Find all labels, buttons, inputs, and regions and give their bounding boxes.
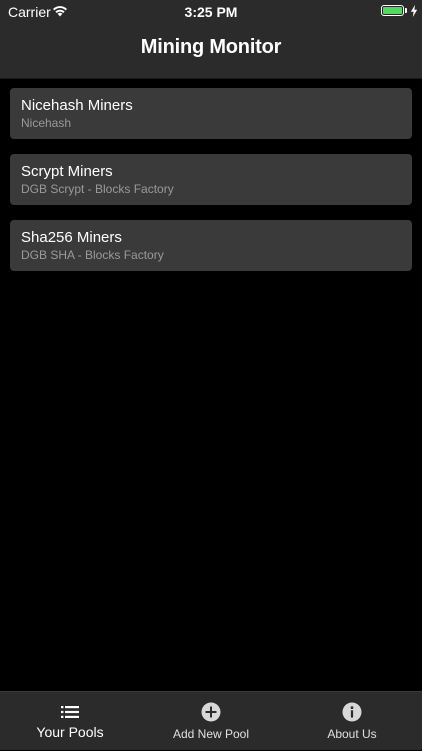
pool-name: Sha256 Miners	[21, 229, 122, 246]
pool-item-nicehash[interactable]: Nicehash Miners Nicehash	[10, 88, 412, 139]
info-circle-icon	[342, 702, 362, 722]
pool-name: Nicehash Miners	[21, 97, 133, 114]
tab-add-new-pool[interactable]: Add New Pool	[141, 692, 281, 751]
tab-bar: Your Pools Add New Pool About Us	[0, 691, 422, 750]
pool-name: Scrypt Miners	[21, 163, 113, 180]
tab-about-us[interactable]: About Us	[282, 692, 422, 751]
pool-item-scrypt[interactable]: Scrypt Miners DGB Scrypt - Blocks Factor…	[10, 154, 412, 205]
tab-label: Your Pools	[36, 724, 104, 740]
pool-subtitle: DGB Scrypt - Blocks Factory	[21, 182, 174, 196]
plus-circle-icon	[201, 702, 221, 722]
tab-label: About Us	[327, 727, 377, 741]
page-title: Mining Monitor	[140, 36, 282, 58]
header: Carrier 3:25 PM Mining Monitor	[0, 0, 422, 79]
pool-item-sha256[interactable]: Sha256 Miners DGB SHA - Blocks Factory	[10, 220, 412, 271]
tab-your-pools[interactable]: Your Pools	[0, 692, 140, 751]
tab-label: Add New Pool	[172, 727, 250, 741]
battery-nub	[405, 8, 407, 13]
status-time: 3:25 PM	[184, 4, 238, 20]
list-icon	[61, 706, 79, 718]
pool-subtitle: Nicehash	[21, 116, 72, 130]
battery-icon	[381, 5, 404, 16]
pool-list: Nicehash Miners Nicehash Scrypt Miners D…	[10, 88, 412, 286]
status-bar: Carrier 3:25 PM	[0, 0, 422, 24]
pool-subtitle: DGB SHA - Blocks Factory	[21, 248, 164, 262]
charging-bolt-icon	[410, 5, 418, 17]
battery-fill	[383, 7, 402, 14]
